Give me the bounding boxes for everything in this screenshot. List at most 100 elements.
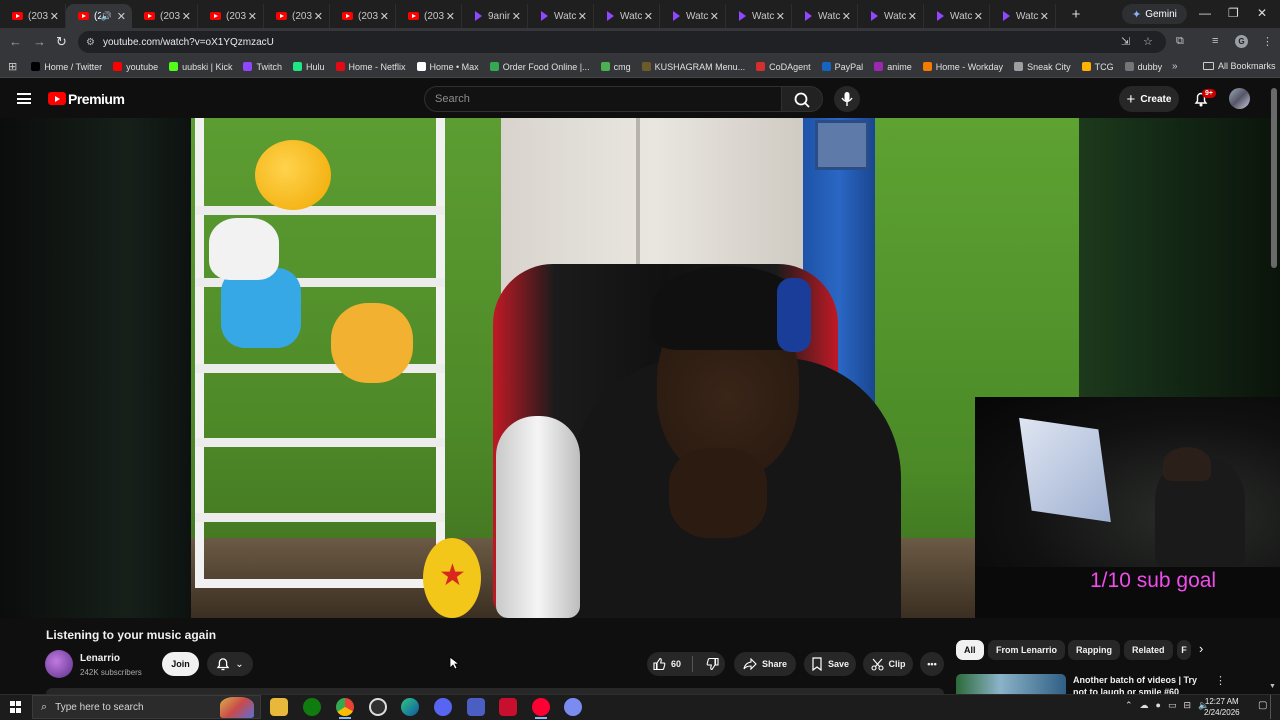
all-bookmarks-button[interactable]: All Bookmarks: [1203, 61, 1276, 71]
obs-icon[interactable]: [369, 698, 387, 716]
tab-audio-icon[interactable]: 🔊: [101, 11, 112, 22]
close-tab-icon[interactable]: ✕: [1040, 10, 1049, 23]
bookmarks-overflow-icon[interactable]: »: [1172, 61, 1178, 72]
like-count[interactable]: 60: [671, 659, 681, 669]
chrome-icon[interactable]: [336, 698, 354, 719]
bookmark-item[interactable]: CoDAgent: [756, 62, 811, 72]
bookmark-star-icon[interactable]: ☆: [1143, 35, 1153, 48]
bookmark-item[interactable]: KUSHAGRAM Menu...: [641, 62, 745, 72]
browser-tab[interactable]: (2 🔊 ✕: [66, 4, 132, 28]
page-scrollbar[interactable]: [1271, 88, 1277, 268]
bookmark-item[interactable]: Order Food Online |...: [489, 62, 590, 72]
media-app-icon[interactable]: [499, 698, 517, 716]
back-icon[interactable]: ←: [9, 34, 22, 49]
bookmark-item[interactable]: Twitch: [243, 62, 282, 72]
guide-menu-icon[interactable]: [17, 93, 31, 104]
account-avatar[interactable]: [1229, 88, 1250, 109]
share-button[interactable]: Share: [734, 652, 796, 676]
browser-tab[interactable]: Watc ✕: [660, 4, 726, 28]
taskbar-search-box[interactable]: ⌕ Type here to search: [32, 695, 261, 719]
browser-tab[interactable]: Watc ✕: [990, 4, 1056, 28]
chip-from-channel[interactable]: From Lenarrio: [988, 640, 1066, 660]
clip-button[interactable]: Clip: [863, 652, 913, 676]
close-tab-icon[interactable]: ✕: [974, 10, 983, 23]
close-tab-icon[interactable]: ✕: [314, 10, 323, 23]
forward-icon[interactable]: →: [33, 34, 46, 49]
discord-icon[interactable]: [434, 698, 452, 716]
close-tab-icon[interactable]: ✕: [380, 10, 389, 23]
taskbar-clock[interactable]: 12:27 AM 2/24/2026: [1204, 696, 1240, 718]
close-tab-icon[interactable]: ✕: [842, 10, 851, 23]
chip-all[interactable]: All: [956, 640, 984, 660]
create-button[interactable]: + Create: [1119, 86, 1179, 112]
close-tab-icon[interactable]: ✕: [446, 10, 455, 23]
save-button[interactable]: Save: [804, 652, 856, 676]
youtube-logo-icon[interactable]: [48, 92, 66, 105]
close-tab-icon[interactable]: ✕: [908, 10, 917, 23]
channel-name[interactable]: Lenarrio: [80, 653, 120, 664]
bookmark-item[interactable]: Sneak City: [1014, 62, 1071, 72]
close-tab-icon[interactable]: ✕: [776, 10, 785, 23]
bookmark-item[interactable]: TCG: [1081, 62, 1114, 72]
thumbs-down-icon[interactable]: [706, 657, 720, 671]
chip-related[interactable]: Related: [1124, 640, 1173, 660]
restore-icon[interactable]: ❐: [1228, 6, 1239, 20]
youtube-premium-brand[interactable]: Premium: [68, 91, 125, 107]
notification-center-icon[interactable]: ▢: [1258, 700, 1267, 711]
microphone-tray-icon[interactable]: ●: [1156, 700, 1161, 711]
bookmark-item[interactable]: youtube: [113, 62, 158, 72]
join-button[interactable]: Join: [162, 652, 199, 676]
bookmark-item[interactable]: PayPal: [821, 62, 863, 72]
close-tab-icon[interactable]: ✕: [117, 10, 126, 23]
gemini-button[interactable]: ✦ Gemini: [1122, 4, 1187, 24]
windows-start-icon[interactable]: [10, 701, 22, 713]
search-input[interactable]: [425, 87, 781, 111]
browser-tab[interactable]: (203 ✕: [0, 4, 66, 28]
reload-icon[interactable]: ↻: [56, 34, 67, 50]
bookmark-item[interactable]: cmg: [600, 62, 631, 72]
bookmark-item[interactable]: Hulu: [292, 62, 325, 72]
cloud-icon[interactable]: ☁: [1140, 700, 1149, 711]
close-tab-icon[interactable]: ✕: [182, 10, 191, 23]
browser-tab[interactable]: Watc ✕: [594, 4, 660, 28]
bookmark-item[interactable]: dubby: [1124, 62, 1162, 72]
browser-tab[interactable]: (203 ✕: [264, 4, 330, 28]
bookmark-item[interactable]: anime: [874, 62, 912, 72]
browser-tab[interactable]: (203 ✕: [198, 4, 264, 28]
subscription-bell-button[interactable]: ⌄: [207, 652, 253, 676]
bookmark-item[interactable]: Home • Max: [416, 62, 479, 72]
extensions-icon[interactable]: ⧉: [1176, 35, 1184, 48]
recommended-video-menu-icon[interactable]: ⋮: [1215, 674, 1226, 687]
voice-search-button[interactable]: [834, 86, 860, 112]
site-settings-icon[interactable]: ⚙: [86, 37, 95, 48]
close-tab-icon[interactable]: ✕: [50, 10, 59, 23]
close-tab-icon[interactable]: ✕: [578, 10, 587, 23]
show-desktop-button[interactable]: [1270, 695, 1271, 719]
browser-tab[interactable]: Watc ✕: [858, 4, 924, 28]
search-button[interactable]: [781, 86, 823, 112]
network-icon[interactable]: ⊟: [1184, 700, 1192, 711]
chip-rapping[interactable]: Rapping: [1068, 640, 1120, 660]
new-tab-icon[interactable]: +: [1064, 6, 1088, 23]
browser-tab[interactable]: 9anin ✕: [462, 4, 528, 28]
thumbs-up-icon[interactable]: [652, 657, 666, 671]
browser-menu-icon[interactable]: ⋮: [1262, 35, 1273, 48]
close-tab-icon[interactable]: ✕: [710, 10, 719, 23]
close-tab-icon[interactable]: ✕: [512, 10, 521, 23]
browser-tab[interactable]: Watc ✕: [528, 4, 594, 28]
channel-avatar[interactable]: [45, 650, 73, 678]
browser-tab[interactable]: (203 ✕: [132, 4, 198, 28]
youtube-music-icon[interactable]: [532, 698, 550, 719]
close-tab-icon[interactable]: ✕: [248, 10, 257, 23]
bookmark-item[interactable]: Home - Netflix: [335, 62, 406, 72]
file-explorer-icon[interactable]: [270, 698, 288, 716]
profile-avatar[interactable]: G: [1235, 35, 1248, 48]
more-actions-button[interactable]: •••: [920, 652, 944, 676]
bookmark-item[interactable]: Home - Workday: [922, 62, 1003, 72]
chevron-right-icon[interactable]: ›: [1199, 641, 1203, 656]
chip-truncated[interactable]: F: [1177, 640, 1191, 660]
browser-tab[interactable]: Watc ✕: [792, 4, 858, 28]
browser-tab[interactable]: Watc ✕: [924, 4, 990, 28]
recommended-video-thumbnail[interactable]: [956, 674, 1066, 694]
minimize-icon[interactable]: —: [1199, 6, 1211, 20]
